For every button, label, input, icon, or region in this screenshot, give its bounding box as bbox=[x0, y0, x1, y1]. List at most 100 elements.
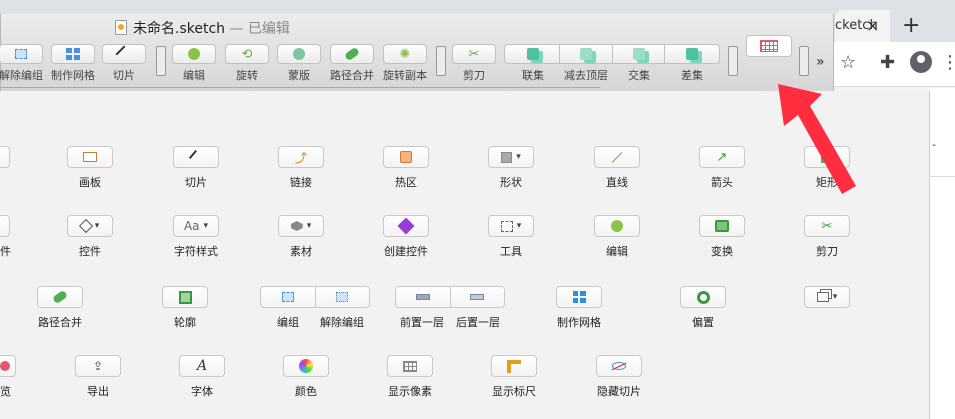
partial-button[interactable] bbox=[0, 215, 10, 237]
pixel-grid-icon bbox=[760, 40, 778, 52]
profile-avatar-icon[interactable] bbox=[910, 51, 932, 73]
hide-slices-icon bbox=[596, 355, 642, 377]
partial-label: 览 bbox=[0, 385, 11, 398]
palette-shape[interactable]: ▾ 形状 bbox=[471, 146, 551, 196]
palette-outline[interactable]: 轮廓 bbox=[145, 286, 225, 336]
palette-offset[interactable]: 偏置 bbox=[663, 286, 743, 336]
divider bbox=[930, 176, 955, 177]
toolbar-rotate[interactable]: ⟲ 旋转 bbox=[217, 41, 277, 89]
palette-tools[interactable]: ▾ 工具 bbox=[471, 215, 551, 265]
toolbar-difference[interactable]: 差集 bbox=[662, 41, 722, 89]
toolbar-subtract[interactable]: 减去顶层 bbox=[556, 41, 616, 89]
item-label: 变换 bbox=[711, 245, 733, 258]
group-icon[interactable] bbox=[261, 287, 315, 307]
partial-button[interactable] bbox=[0, 146, 10, 168]
item-label: 偏置 bbox=[692, 316, 714, 329]
bring-forward-icon[interactable] bbox=[396, 287, 450, 307]
offset-ring-icon bbox=[680, 286, 726, 308]
toolbar-label: 蒙版 bbox=[288, 69, 310, 82]
annotation-arrow-icon bbox=[778, 84, 856, 194]
item-label: 链接 bbox=[290, 176, 312, 189]
rotate-copies-icon: ✺ bbox=[383, 44, 427, 64]
palette-text-style[interactable]: Aa ▾ 字符样式 bbox=[156, 215, 236, 265]
palette-arrow[interactable]: ↗ 箭头 bbox=[682, 146, 762, 196]
intersect-icon bbox=[612, 44, 666, 64]
edited-status: — 已编辑 bbox=[225, 21, 290, 37]
palette-edit[interactable]: 编辑 bbox=[577, 215, 657, 265]
tools-icon: ▾ bbox=[488, 215, 534, 237]
palette-colors[interactable]: 颜色 bbox=[266, 355, 346, 405]
control-diamond-icon: ▾ bbox=[67, 215, 113, 237]
sketch-window: 未命名.sketch — 已编辑 解除编组 制作网格 切片 编辑 ⟲ 旋转 蒙版… bbox=[0, 14, 834, 92]
partial-button[interactable] bbox=[0, 355, 16, 377]
close-icon[interactable]: × bbox=[866, 16, 879, 35]
pixel-grid-icon bbox=[387, 355, 433, 377]
palette-line[interactable]: 直线 bbox=[577, 146, 657, 196]
item-label: 切片 bbox=[185, 176, 207, 189]
toolbar-separator bbox=[728, 46, 738, 76]
slice-icon bbox=[102, 44, 146, 64]
palette-make-grid[interactable]: 制作网格 bbox=[539, 286, 619, 336]
transform-icon bbox=[699, 215, 745, 237]
export-share-icon: ⇪ bbox=[75, 355, 121, 377]
bookmark-star-icon[interactable]: ☆ bbox=[840, 52, 856, 73]
palette-scissors[interactable]: ✂ 剪刀 bbox=[787, 215, 867, 265]
show-pixels-toolbar-button[interactable] bbox=[746, 35, 792, 57]
palette-control[interactable]: ▾ 控件 bbox=[50, 215, 130, 265]
palette-slice[interactable]: 切片 bbox=[156, 146, 236, 196]
scissors-icon: ✂ bbox=[452, 44, 496, 64]
palette-link[interactable]: ⤴ 链接 bbox=[261, 146, 341, 196]
toolbar-slice[interactable]: 切片 bbox=[94, 41, 154, 89]
more-menu-icon[interactable]: ⋮ bbox=[941, 52, 955, 73]
union-icon bbox=[504, 44, 562, 64]
new-tab-button[interactable]: + bbox=[902, 13, 920, 38]
item-label: 轮廓 bbox=[174, 316, 196, 329]
item-label: 后置一层 bbox=[456, 316, 500, 329]
palette-artboard[interactable]: 画板 bbox=[50, 146, 130, 196]
palette-create-symbol[interactable]: 创建控件 bbox=[366, 215, 446, 265]
toolbar-label: 交集 bbox=[628, 69, 650, 82]
scissors-icon: ✂ bbox=[804, 215, 850, 237]
shape-icon: ▾ bbox=[488, 146, 534, 168]
window-title: 未命名.sketch — 已编辑 bbox=[133, 21, 290, 37]
toolbar-rotate-copies[interactable]: ✺ 旋转副本 bbox=[375, 41, 435, 89]
palette-boolean-menu[interactable]: ▾ bbox=[787, 286, 867, 336]
subtract-icon bbox=[559, 44, 613, 64]
toolbar-intersect[interactable]: 交集 bbox=[609, 41, 669, 89]
item-label: 字符样式 bbox=[174, 245, 218, 258]
item-label: 编辑 bbox=[606, 245, 628, 258]
rotate-icon: ⟲ bbox=[225, 44, 269, 64]
path-combine-icon bbox=[330, 44, 374, 64]
ruler-icon bbox=[491, 355, 537, 377]
palette-hotspot[interactable]: 热区 bbox=[366, 146, 446, 196]
toolbar-scissors[interactable]: ✂ 剪刀 bbox=[444, 41, 504, 89]
edit-icon bbox=[172, 44, 216, 64]
extensions-puzzle-icon[interactable]: ✚ bbox=[880, 52, 895, 73]
palette-transform[interactable]: 变换 bbox=[682, 215, 762, 265]
toolbar-mask[interactable]: 蒙版 bbox=[269, 41, 329, 89]
link-icon: ⤴ bbox=[278, 146, 324, 168]
forward-backward-segmented[interactable] bbox=[395, 286, 505, 308]
send-backward-icon[interactable] bbox=[449, 287, 505, 307]
item-label: 形状 bbox=[500, 176, 522, 189]
palette-show-pixels[interactable]: 显示像素 bbox=[370, 355, 450, 405]
toolbar-separator bbox=[799, 46, 809, 76]
palette-assets[interactable]: ▾ 素材 bbox=[261, 215, 341, 265]
toolbar-overflow-icon[interactable]: » bbox=[816, 54, 825, 70]
text-style-icon: Aa ▾ bbox=[173, 215, 219, 237]
palette-hide-slices[interactable]: 隐藏切片 bbox=[579, 355, 659, 405]
artboard-icon bbox=[67, 146, 113, 168]
toolbar-union[interactable]: 联集 bbox=[503, 41, 563, 89]
toolbar-label: 减去顶层 bbox=[564, 69, 608, 82]
toolbar-path-combine[interactable]: 路径合并 bbox=[322, 41, 382, 89]
item-label: 解除编组 bbox=[320, 316, 364, 329]
toolbar-label: 剪刀 bbox=[463, 69, 485, 82]
toolbar-edit[interactable]: 编辑 bbox=[164, 41, 224, 89]
palette-export[interactable]: ⇪ 导出 bbox=[58, 355, 138, 405]
palette-fonts[interactable]: A 字体 bbox=[162, 355, 242, 405]
palette-path-combine[interactable]: 路径合并 bbox=[20, 286, 100, 336]
ungroup-icon[interactable] bbox=[314, 287, 370, 307]
group-ungroup-segmented[interactable] bbox=[260, 286, 370, 308]
chevron-down-icon: ▾ bbox=[94, 221, 100, 231]
palette-show-rulers[interactable]: 显示标尺 bbox=[474, 355, 554, 405]
